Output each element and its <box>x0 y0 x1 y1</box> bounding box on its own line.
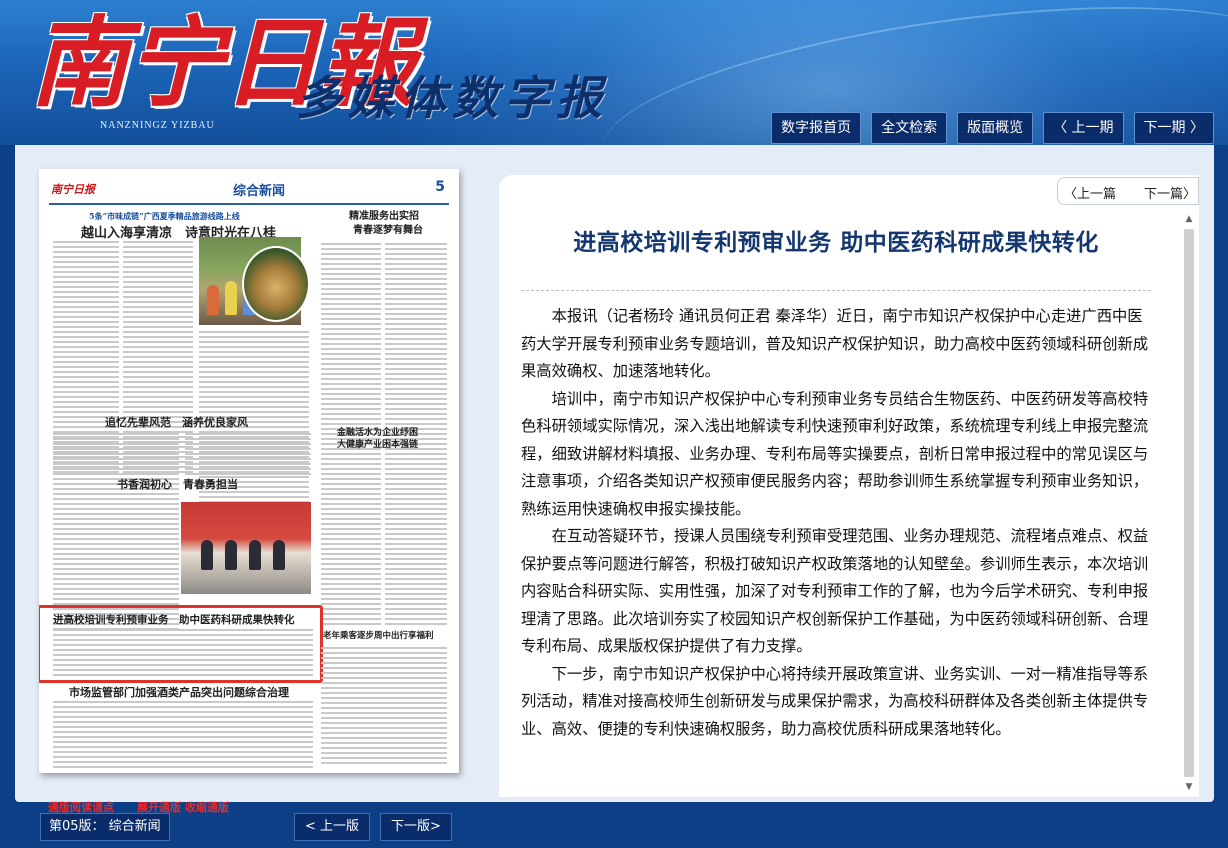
article-panel: 〈上一篇 下一篇〉 进高校培训专利预审业务 助中医药科研成果快转化 本报讯（记者… <box>499 175 1199 797</box>
paper-headline-mid-right-2[interactable]: 大健康产业困本强链 <box>337 437 418 450</box>
site-header: 南宁日報 NANZNINGZ YIZBAU 多媒体数字报 数字报首页 全文检索 … <box>0 0 1228 145</box>
paper-page-number: 5 <box>435 179 445 195</box>
collapse-spread-link[interactable]: 收缩通版 <box>185 801 229 814</box>
paper-text-block <box>53 433 179 633</box>
paper-text-block <box>321 647 447 767</box>
site-logo-pinyin: NANZNINGZ YIZBAU <box>100 120 215 131</box>
paper-headline-right-3[interactable]: 老年乘客逐步周中出行享福利 <box>323 629 434 641</box>
article-paragraph: 培训中，南宁市知识产权保护中心专利预审业务专员结合生物医药、中医药研发等高校特色… <box>521 389 1149 518</box>
paper-headline-small[interactable]: 5条“市味成链”广西夏季精品旅游线路上线 <box>89 211 240 222</box>
paper-text-block <box>185 433 311 478</box>
scroll-down-arrow-icon[interactable]: ▼ <box>1183 781 1195 793</box>
paper-section-title: 综合新闻 <box>233 184 286 199</box>
newspaper-page-thumbnail[interactable]: 南宁日报 综合新闻 5 5条“市味成链”广西夏季精品旅游线路上线 越山入海享清凉… <box>39 169 459 773</box>
site-logo-subtitle: 多媒体数字报 <box>296 71 608 125</box>
scroll-up-arrow-icon[interactable]: ▲ <box>1183 213 1195 225</box>
previous-article-link[interactable]: 〈上一篇 <box>1064 183 1116 202</box>
scroll-track[interactable] <box>1184 229 1194 777</box>
current-page-label: 第05版： 综合新闻 <box>40 813 170 841</box>
home-button[interactable]: 数字报首页 <box>771 112 862 144</box>
paper-headline-bottom[interactable]: 市场监管部门加强酒类产品突出问题综合治理 <box>69 684 289 700</box>
article-pager: 〈上一篇 下一篇〉 <box>1057 177 1199 205</box>
paper-headline-right-2[interactable]: 青春逐梦有舞台 <box>353 221 423 236</box>
next-page-button[interactable]: 下一版> <box>380 813 452 841</box>
paper-text-block <box>53 701 313 771</box>
content-frame: 南宁日报 综合新闻 5 5条“市味成链”广西夏季精品旅游线路上线 越山入海享清凉… <box>15 145 1214 802</box>
paper-masthead-logo: 南宁日报 <box>51 183 95 196</box>
paper-headline-mid-left[interactable]: 追忆先辈风范 涵养优良家风 <box>105 414 248 430</box>
article-paragraph: 下一步，南宁市知识产权保护中心将持续开展政策宣讲、业务实训、一对一精准指导等系列… <box>521 664 1149 738</box>
scroll-thumb[interactable] <box>1184 229 1194 777</box>
article-paragraph: 在互动答疑环节，授课人员围绕专利预审受理范围、业务办理规范、流程堵点难点、权益保… <box>521 527 1149 655</box>
paper-photo-round <box>242 246 310 322</box>
paper-headline-mid-left-2[interactable]: 书香润初心 青春勇担当 <box>117 476 238 492</box>
article-scrollbar[interactable]: ▲ ▼ <box>1183 213 1195 793</box>
article-title: 进高校培训专利预审业务 助中医药科研成果快转化 <box>573 230 1099 256</box>
paper-photo-meeting <box>181 502 311 594</box>
article-divider <box>521 290 1151 291</box>
paper-headline-right-1[interactable]: 精准服务出实招 <box>349 207 419 222</box>
next-issue-button[interactable]: 下一期 〉 <box>1133 112 1214 144</box>
selected-article-highlight[interactable] <box>39 605 323 683</box>
page-overview-button[interactable]: 版面概览 <box>957 112 1034 144</box>
top-navigation: 数字报首页 全文检索 版面概览 〈 上一期 下一期 〉 <box>771 112 1214 144</box>
paper-masthead-bar: 南宁日报 综合新闻 5 <box>49 179 449 205</box>
article-paragraph: 本报讯（记者杨玲 通讯员何正君 秦泽华）近日，南宁市知识产权保护中心走进广西中医… <box>521 307 1149 380</box>
previous-page-button[interactable]: < 上一版 <box>294 813 371 841</box>
paper-text-block <box>385 453 447 628</box>
previous-issue-button[interactable]: 〈 上一期 <box>1043 112 1124 144</box>
paper-text-block <box>321 453 381 628</box>
next-article-link[interactable]: 下一篇〉 <box>1144 183 1196 202</box>
article-body: 本报讯（记者杨玲 通讯员何正君 秦泽华）近日，南宁市知识产权保护中心走进广西中医… <box>521 303 1151 743</box>
full-text-search-button[interactable]: 全文检索 <box>871 112 948 144</box>
